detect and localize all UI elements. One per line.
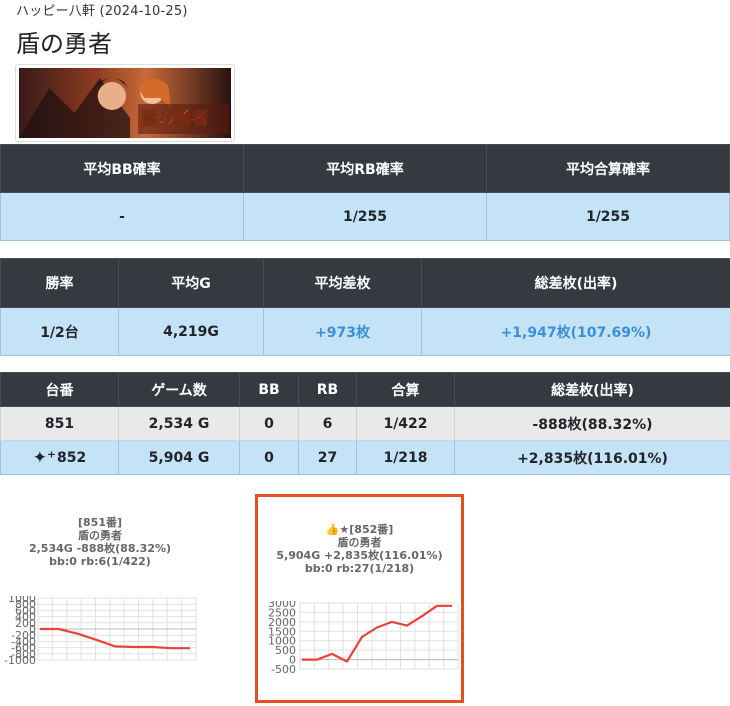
header-machine-number: 台番 [0,372,119,407]
total-diff: +2,835枚(116.01%) [454,440,730,475]
header-total-diff: 総差枚(出率) [421,258,730,308]
graph-machine-name: 盾の勇者 [78,529,122,542]
machine-banner-image: 盾の勇者 [19,68,231,138]
avg-rb-value: 1/255 [243,192,487,241]
machine-number[interactable]: 851 [0,406,119,441]
total-diff-value: +1,947枚(107.69%) [421,307,730,356]
header-combined: 合算 [356,372,455,407]
rb-count: 27 [298,440,357,475]
graph-summary: 2,534G -888枚(88.32%) [28,542,172,555]
game-count: 5,904 G [118,440,240,475]
avg-bb-value: - [0,192,244,241]
table-row[interactable]: 851 2,534 G 0 6 1/422 -888枚(88.32%) [0,406,730,441]
header-avg-games: 平均G [118,258,264,308]
graph-header: 👍★[852番] 盾の勇者 5,904G +2,835枚(116.01%) bb… [258,523,461,575]
header-avg-rb: 平均RB確率 [243,144,487,193]
graph-machine-name: 盾の勇者 [337,536,382,549]
header-avg-total: 平均合算確率 [486,144,730,193]
svg-text:盾の勇者: 盾の勇者 [140,108,209,129]
avg-total-value: 1/255 [486,192,730,241]
sparkle-icon: ✦⁺ [32,447,56,468]
table-row: 1/2台 4,219G +973枚 +1,947枚(107.69%) [0,307,730,356]
win-rate-value: 1/2台 [0,307,119,356]
machine-list-table: 台番 ゲーム数 BB RB 合算 総差枚(出率) 851 2,534 G 0 6… [0,372,730,475]
header-avg-diff: 平均差枚 [263,258,422,308]
payout-line-chart: 10008006004002000-200-400-600-800-1000 [4,596,197,667]
graph-bonus: bb:0 rb:27(1/218) [304,562,415,575]
machine-banner[interactable]: 盾の勇者 [15,64,235,142]
rb-count: 6 [298,406,357,441]
store-date-line: ハッピー八軒 (2024-10-25) [16,4,188,19]
header-rb: RB [298,372,357,407]
header-avg-bb: 平均BB確率 [0,144,244,193]
combined-prob: 1/218 [356,440,455,475]
payout-line-chart: 300025002000150010005000-500 [268,601,459,676]
summary-result-table: 勝率 平均G 平均差枚 総差枚(出率) 1/2台 4,219G +973枚 +1… [0,258,730,356]
machine-number[interactable]: ✦⁺852 [0,440,119,475]
graph-card-852[interactable]: 👍★[852番] 盾の勇者 5,904G +2,835枚(116.01%) bb… [255,494,464,703]
bb-count: 0 [239,440,299,475]
y-tick-label: -1000 [4,654,36,667]
graph-machine-label: [851番] [77,516,123,529]
header-bb: BB [239,372,299,407]
y-tick-label: -500 [271,663,296,676]
avg-diff-value: +973枚 [263,307,422,356]
page-title: 盾の勇者 [16,30,112,58]
bb-count: 0 [239,406,299,441]
machine-number-label: 852 [56,449,87,466]
game-count: 2,534 G [118,406,240,441]
avg-games-value: 4,219G [118,307,264,356]
table-row[interactable]: ✦⁺852 5,904 G 0 27 1/218 +2,835枚(116.01%… [0,440,730,475]
header-total-diff: 総差枚(出率) [454,372,730,407]
table-row: - 1/255 1/255 [0,192,730,241]
graph-header: [851番] 盾の勇者 2,534G -888枚(88.32%) bb:0 rb… [0,516,200,568]
graph-summary: 5,904G +2,835枚(116.01%) [276,549,443,562]
header-win-rate: 勝率 [0,258,119,308]
total-diff: -888枚(88.32%) [454,406,730,441]
header-game-count: ゲーム数 [118,372,240,407]
combined-prob: 1/422 [356,406,455,441]
graph-bonus: bb:0 rb:6(1/422) [49,555,151,568]
graph-card-851[interactable]: [851番] 盾の勇者 2,534G -888枚(88.32%) bb:0 rb… [0,492,200,690]
summary-probability-table: 平均BB確率 平均RB確率 平均合算確率 - 1/255 1/255 [0,144,730,241]
graph-machine-label: 👍★[852番] [325,523,394,536]
